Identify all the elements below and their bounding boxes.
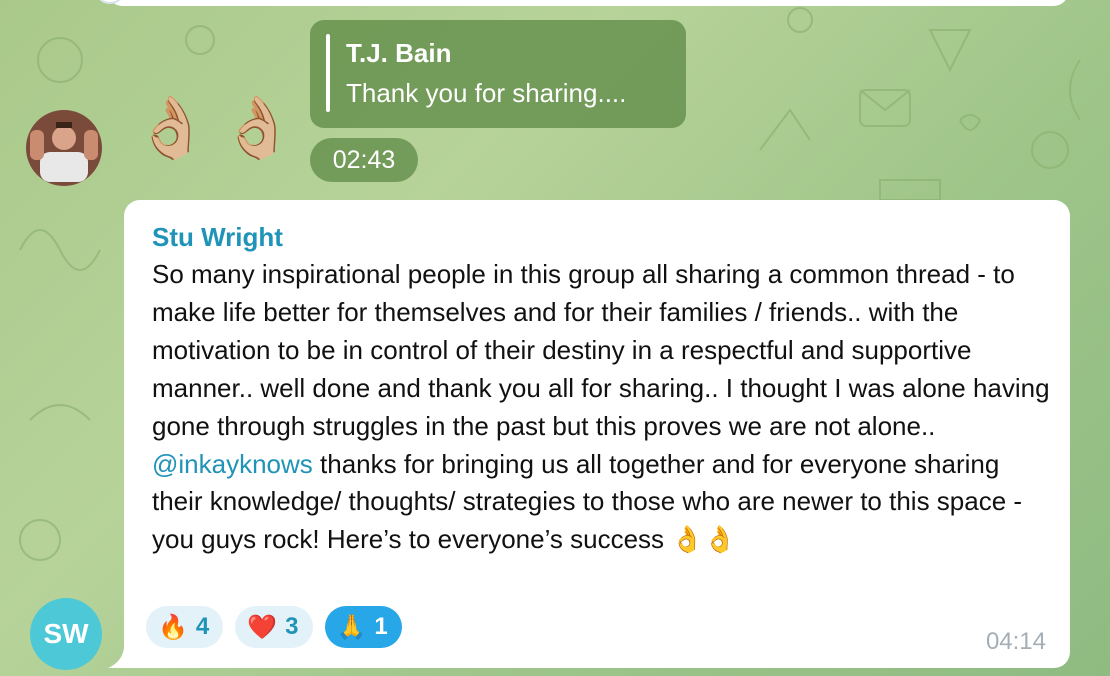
message-timestamp: 04:14 xyxy=(985,628,1046,655)
reaction-heart[interactable]: ❤️ 3 xyxy=(235,606,313,648)
reaction-pray[interactable]: 🙏 1 xyxy=(324,606,402,648)
message-bubble[interactable]: Stu Wright So many inspirational people … xyxy=(124,200,1070,668)
pray-icon: 🙏 xyxy=(336,613,367,641)
bubble-tail xyxy=(108,648,132,668)
sender-name[interactable]: Stu Wright xyxy=(152,222,283,253)
reaction-count: 3 xyxy=(285,613,299,640)
reaction-count: 1 xyxy=(374,613,388,640)
avatar[interactable]: SW xyxy=(30,598,102,670)
message-text-part: So many inspirational people in this gro… xyxy=(152,259,1050,441)
reactions-bar: 🔥 4 ❤️ 3 🙏 1 xyxy=(146,606,402,648)
avatar[interactable] xyxy=(26,110,102,186)
heart-icon: ❤️ xyxy=(247,613,278,641)
message-text: So many inspirational people in this gro… xyxy=(152,256,1052,559)
reply-preview[interactable]: T.J. Bain Thank you for sharing.... xyxy=(310,20,686,128)
ok-hand-emoji-icon: 👌👌 xyxy=(671,524,737,555)
reply-author: T.J. Bain xyxy=(346,38,452,68)
reaction-fire[interactable]: 🔥 4 xyxy=(146,606,224,648)
previous-message-bubble xyxy=(94,0,1068,6)
ok-hand-emoji-icon: 👌🏼 xyxy=(134,94,209,161)
message-timestamp: 02:43 xyxy=(310,138,418,182)
ok-hand-emoji-icon: 👌🏼 xyxy=(220,94,295,161)
fire-icon: 🔥 xyxy=(158,613,188,641)
reply-text: Thank you for sharing.... xyxy=(346,78,627,108)
reply-bar xyxy=(326,34,330,112)
avatar-photo-icon xyxy=(26,110,102,186)
mention-link[interactable]: @inkayknows xyxy=(152,449,313,479)
reaction-count: 4 xyxy=(195,613,210,640)
